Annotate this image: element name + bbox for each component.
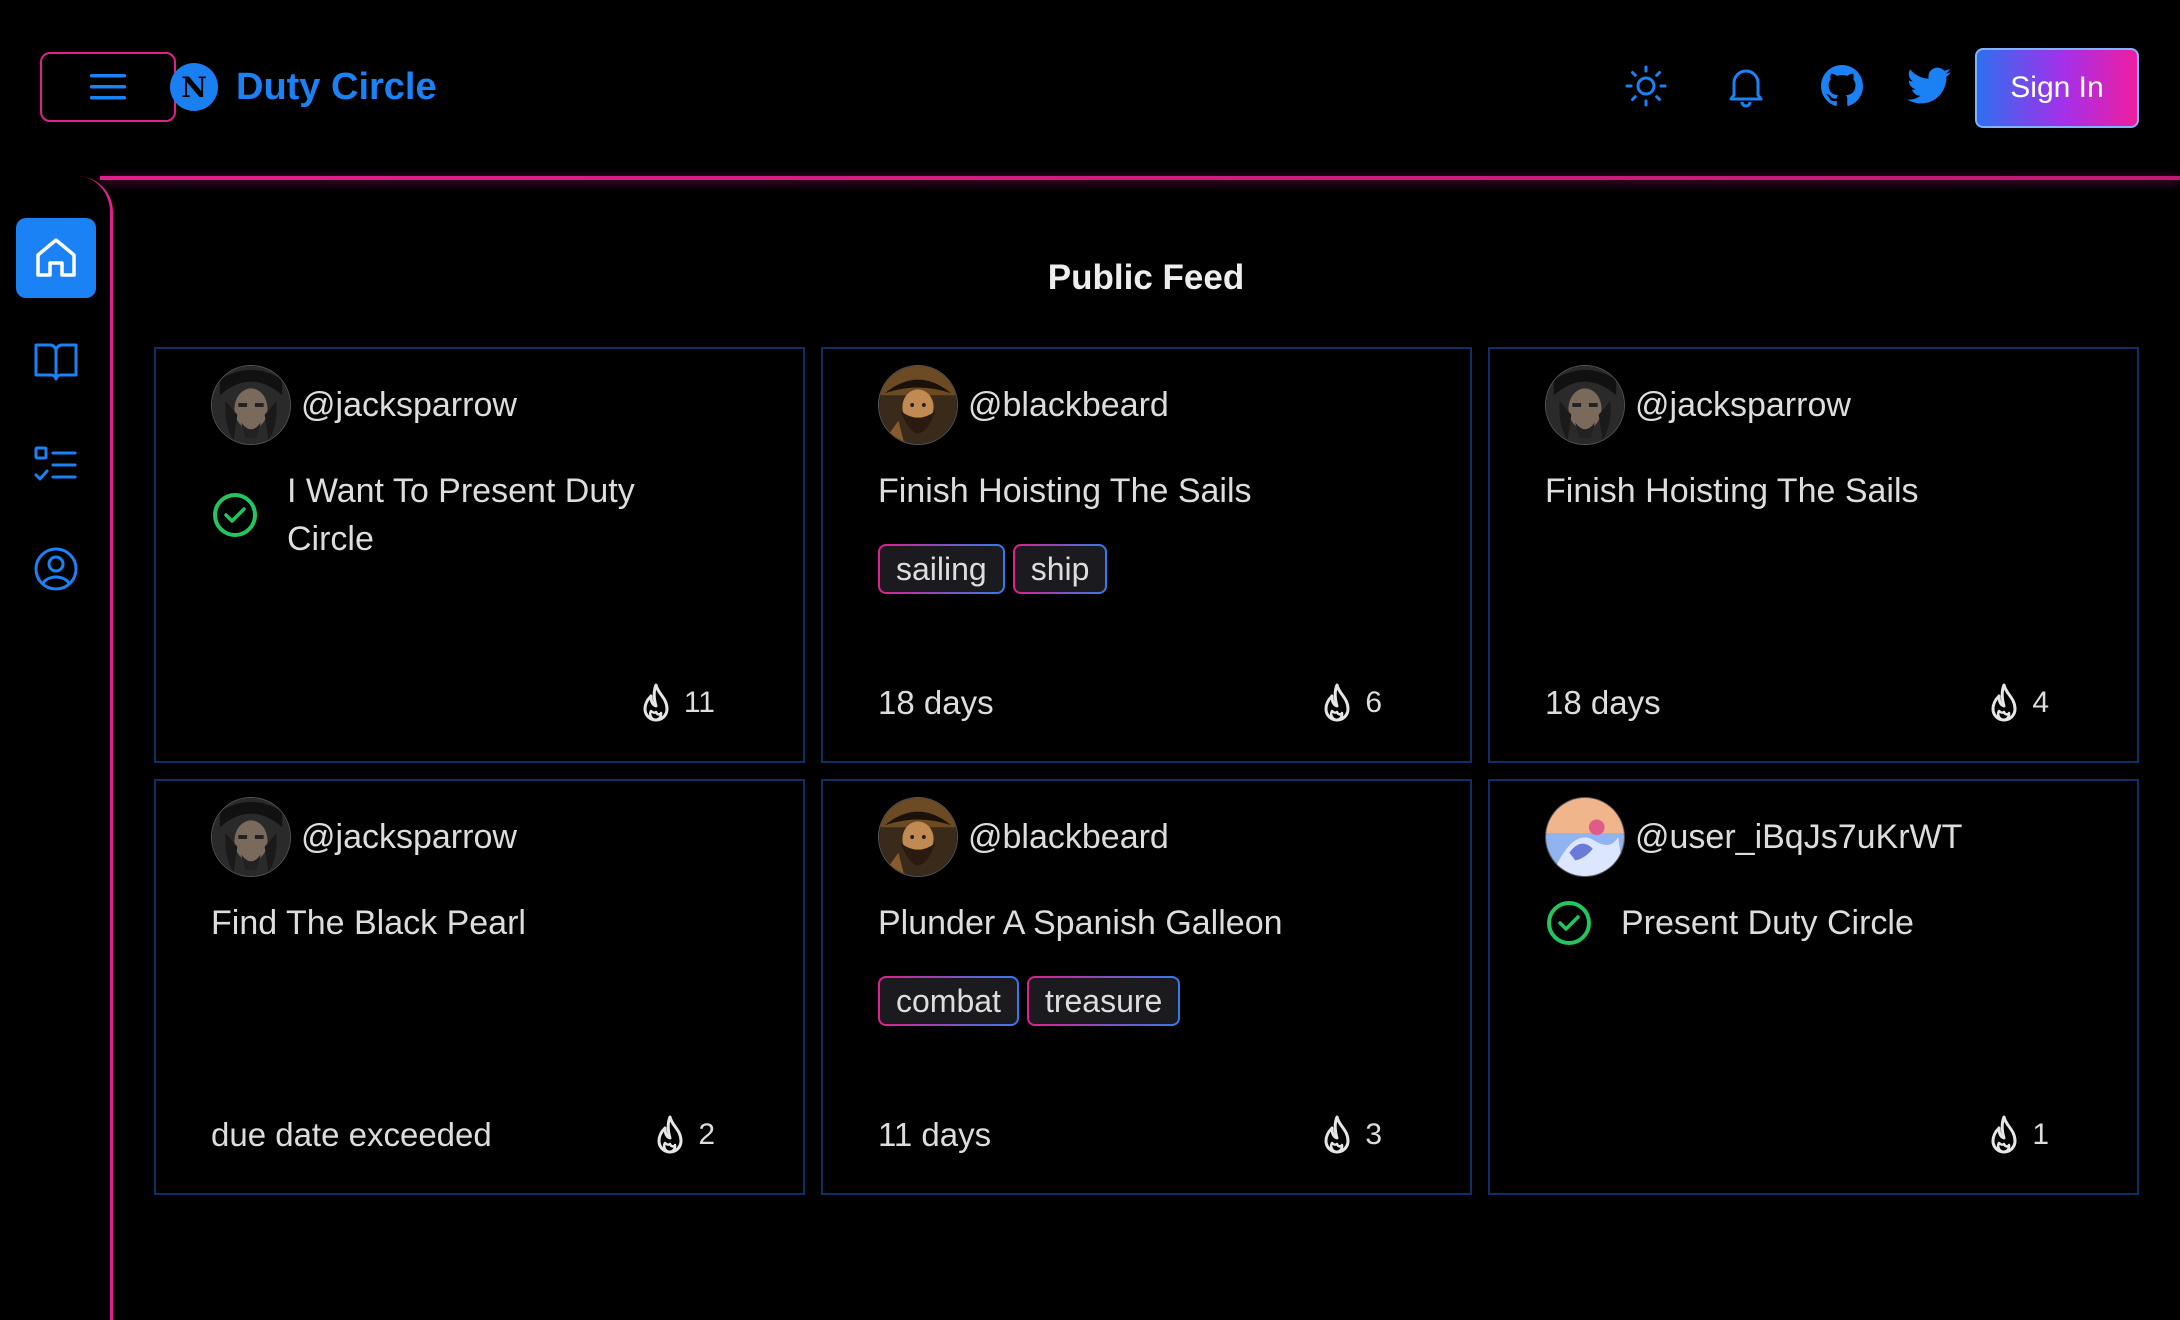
task-title: I Want To Present Duty Circle <box>211 467 717 563</box>
theme-toggle-button[interactable] <box>1622 62 1670 110</box>
home-icon <box>36 238 76 277</box>
card-user[interactable]: @user_iBqJs7uKrWT <box>1545 797 1962 877</box>
avatar <box>1545 797 1625 877</box>
avatar <box>878 797 958 877</box>
sidebar-item-tasks[interactable] <box>16 425 96 505</box>
fire-icon <box>638 682 674 724</box>
fire-icon <box>1986 1114 2022 1156</box>
task-title: Finish Hoisting The Sails <box>878 472 1252 510</box>
task-title: Find The Black Pearl <box>211 904 526 942</box>
feed-card[interactable]: @blackbeard Plunder A Spanish Galleon co… <box>821 779 1472 1195</box>
github-link[interactable] <box>1818 62 1866 110</box>
due-date: due date exceeded <box>211 1116 492 1153</box>
card-user[interactable]: @jacksparrow <box>1545 365 1851 445</box>
notifications-button[interactable] <box>1722 62 1770 110</box>
feed-card[interactable]: @user_iBqJs7uKrWT Present Duty Circle 1 <box>1488 779 2139 1195</box>
menu-icon <box>90 74 126 100</box>
due-date: 18 days <box>1545 684 1661 721</box>
card-user[interactable]: @blackbeard <box>878 365 1169 445</box>
feed-card[interactable]: @jacksparrow Find The Black Pearl due da… <box>154 779 805 1195</box>
sidebar-item-profile[interactable] <box>16 529 96 609</box>
page-title: Public Feed <box>1047 258 1245 297</box>
fire-icon <box>1319 1114 1355 1156</box>
card-user[interactable]: @jacksparrow <box>211 365 517 445</box>
username: @blackbeard <box>968 817 1169 856</box>
username: @jacksparrow <box>301 817 517 856</box>
book-icon <box>34 343 78 381</box>
task-title: Present Duty Circle <box>1545 899 1914 947</box>
username: @blackbeard <box>968 385 1169 424</box>
brand-name: Duty Circle <box>236 65 437 108</box>
username: @jacksparrow <box>301 385 517 424</box>
task-title-text: I Want To Present Duty Circle <box>287 472 635 558</box>
fire-count: 3 <box>1365 1118 1382 1151</box>
sign-in-button[interactable]: Sign In <box>1975 48 2139 128</box>
twitter-link[interactable] <box>1905 62 1953 110</box>
card-user[interactable]: @blackbeard <box>878 797 1169 877</box>
sidebar <box>0 176 113 1320</box>
fire-count: 2 <box>698 1118 715 1151</box>
bell-icon <box>1729 69 1763 108</box>
fire-icon <box>1319 682 1355 724</box>
tasks-list-icon <box>34 446 77 481</box>
due-date: 18 days <box>878 684 994 721</box>
fire-count: 4 <box>2032 686 2049 719</box>
fire-icon <box>1986 682 2022 724</box>
due-date: 11 days <box>878 1116 992 1153</box>
tag[interactable]: sailing <box>878 544 1005 594</box>
fire-count: 1 <box>2032 1118 2049 1151</box>
github-icon <box>1821 65 1863 106</box>
sun-icon <box>1625 65 1667 107</box>
avatar <box>211 365 291 445</box>
feed-card[interactable]: @jacksparrow I Want To Present Duty Circ… <box>154 347 805 763</box>
fire-icon <box>652 1114 688 1156</box>
tag-list: combat treasure <box>878 976 1180 1026</box>
menu-button[interactable] <box>40 52 176 122</box>
check-circle-icon <box>211 491 259 539</box>
sidebar-item-book[interactable] <box>16 321 96 401</box>
feed-card[interactable]: @blackbeard Finish Hoisting The Sails sa… <box>821 347 1472 763</box>
fire-counter[interactable]: 6 <box>1319 682 1382 724</box>
tag[interactable]: ship <box>1013 544 1108 594</box>
card-user[interactable]: @jacksparrow <box>211 797 517 877</box>
sidebar-item-home[interactable] <box>16 218 96 298</box>
feed-card[interactable]: @jacksparrow Finish Hoisting The Sails 1… <box>1488 347 2139 763</box>
avatar <box>1545 365 1625 445</box>
fire-count: 6 <box>1365 686 1382 719</box>
tag-list: sailing ship <box>878 544 1107 594</box>
username: @jacksparrow <box>1635 385 1851 424</box>
user-circle-icon <box>34 547 78 591</box>
username: @user_iBqJs7uKrWT <box>1635 817 1963 856</box>
tag[interactable]: combat <box>878 976 1019 1026</box>
fire-counter[interactable]: 2 <box>652 1114 715 1156</box>
fire-counter[interactable]: 11 <box>638 682 715 724</box>
fire-counter[interactable]: 4 <box>1986 682 2049 724</box>
brand-logo: N <box>170 63 218 111</box>
task-title: Finish Hoisting The Sails <box>1545 472 1919 510</box>
brand[interactable]: N Duty Circle <box>170 63 437 111</box>
twitter-icon <box>1907 67 1951 104</box>
task-title-text: Present Duty Circle <box>1621 904 1914 942</box>
feed-grid: @jacksparrow I Want To Present Duty Circ… <box>154 347 2139 1195</box>
tag[interactable]: treasure <box>1027 976 1180 1026</box>
header-divider <box>100 176 2180 180</box>
fire-counter[interactable]: 3 <box>1319 1114 1382 1156</box>
avatar <box>211 797 291 877</box>
avatar <box>878 365 958 445</box>
fire-counter[interactable]: 1 <box>1986 1114 2049 1156</box>
fire-count: 11 <box>683 686 715 719</box>
top-bar: N Duty Circle Sign In <box>0 0 2180 176</box>
check-circle-icon <box>1545 899 1593 947</box>
task-title: Plunder A Spanish Galleon <box>878 904 1283 942</box>
